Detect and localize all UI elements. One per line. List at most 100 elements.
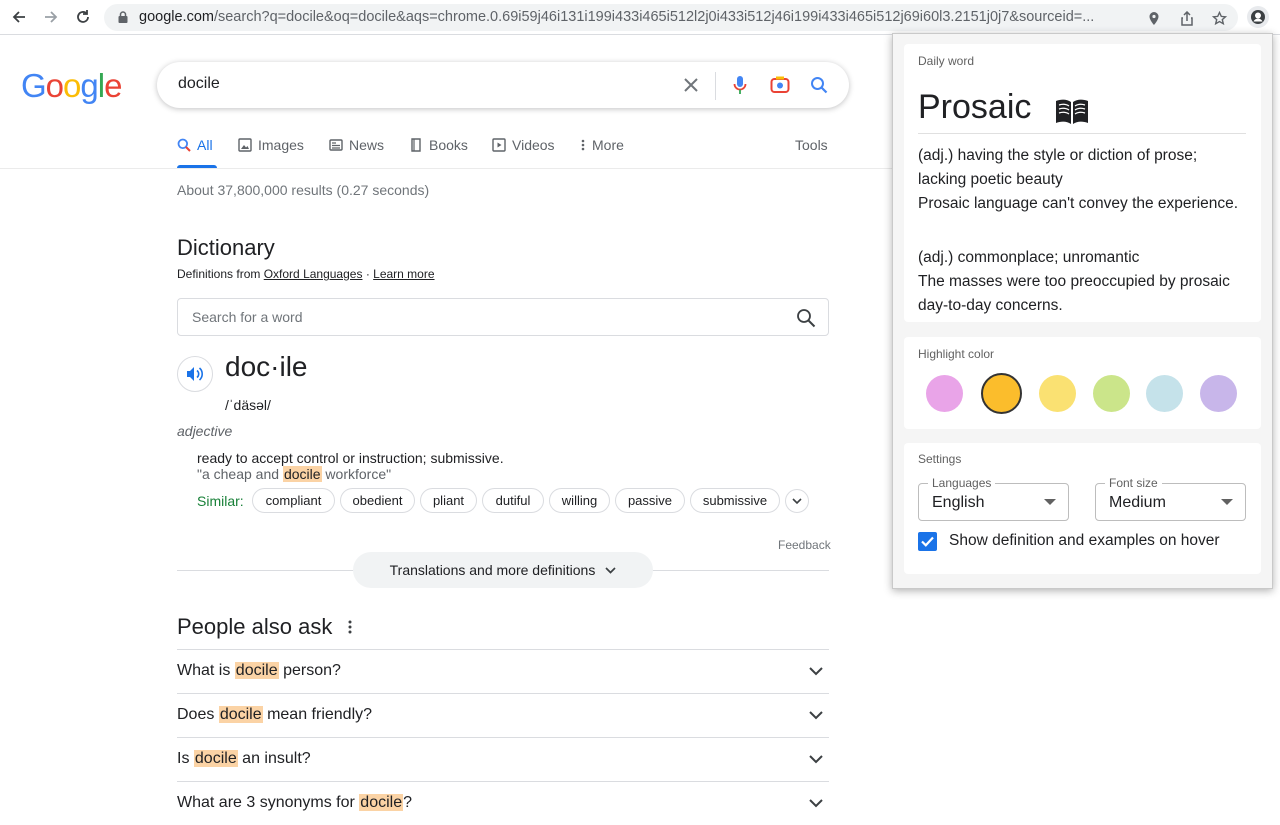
- highlight-color-card: Highlight color: [904, 337, 1261, 429]
- tab-label: Books: [429, 137, 468, 153]
- logo-letter: o: [45, 67, 64, 104]
- languages-select[interactable]: Languages English: [918, 476, 1069, 521]
- search-input[interactable]: docile: [178, 75, 220, 93]
- phonetic: /ˈdäsəl/: [225, 397, 271, 413]
- part-of-speech: adjective: [177, 423, 233, 439]
- learn-more-link[interactable]: Learn more: [373, 267, 434, 281]
- location-icon[interactable]: [1144, 8, 1164, 28]
- question-item[interactable]: Is docile an insult?: [177, 737, 829, 781]
- highlighted-word: docile: [218, 706, 263, 723]
- question-text: What are 3 synonyms for docile?: [177, 794, 412, 812]
- similar-chip[interactable]: obedient: [340, 488, 415, 513]
- oxford-languages-link[interactable]: Oxford Languages: [264, 267, 363, 281]
- tab-label: More: [592, 137, 624, 153]
- extension-icon[interactable]: [1247, 6, 1269, 28]
- tab-more[interactable]: More: [580, 137, 624, 153]
- microphone-icon[interactable]: [729, 74, 751, 96]
- divider: [918, 133, 1246, 134]
- similar-chip[interactable]: passive: [615, 488, 685, 513]
- search-icon: [177, 138, 191, 152]
- share-icon[interactable]: [1177, 8, 1197, 28]
- daily-word-card: Daily word Prosaic (adj.) having the sty…: [904, 44, 1261, 322]
- color-swatch-blue[interactable]: [1146, 375, 1183, 412]
- example-suffix: workforce": [325, 466, 392, 482]
- example-2: The masses were too preoccupied by prosa…: [918, 273, 1230, 314]
- highlighted-word: docile: [234, 662, 279, 679]
- highlighted-word: docile: [193, 750, 238, 767]
- pronunciation-button[interactable]: [177, 356, 213, 392]
- tab-videos[interactable]: Videos: [492, 137, 555, 153]
- back-icon[interactable]: [8, 6, 30, 28]
- more-options-icon[interactable]: [340, 617, 360, 637]
- highlighted-word: docile: [282, 466, 322, 482]
- tools-button[interactable]: Tools: [795, 137, 828, 153]
- definition-1: (adj.) having the style or diction of pr…: [918, 147, 1198, 188]
- color-swatch-green[interactable]: [1093, 375, 1130, 412]
- browser-toolbar: google.com/search?q=docile&oq=docile&aqs…: [0, 0, 1280, 35]
- color-swatch-orange[interactable]: [981, 373, 1022, 414]
- highlighted-word: docile: [359, 794, 404, 811]
- similar-chip[interactable]: submissive: [690, 488, 780, 513]
- search-icon[interactable]: [796, 308, 816, 328]
- search-box[interactable]: docile: [157, 62, 849, 108]
- color-swatch-pink[interactable]: [926, 375, 963, 412]
- chevron-down-icon: [809, 755, 823, 764]
- reload-icon[interactable]: [72, 6, 94, 28]
- question-suffix: ?: [403, 794, 413, 811]
- expand-similar-button[interactable]: [785, 489, 809, 513]
- tab-images[interactable]: Images: [238, 137, 304, 153]
- font-size-label: Font size: [1105, 476, 1162, 490]
- color-swatch-purple[interactable]: [1200, 375, 1237, 412]
- definition-2: (adj.) commonplace; unromantic: [918, 249, 1140, 266]
- color-swatch-yellow[interactable]: [1039, 375, 1076, 412]
- definition: ready to accept control or instruction; …: [197, 450, 504, 466]
- tab-books[interactable]: Books: [409, 137, 468, 153]
- url-text[interactable]: google.com/search?q=docile&oq=docile&aqs…: [139, 9, 1139, 25]
- hover-checkbox[interactable]: [918, 532, 937, 551]
- chevron-down-icon: [792, 497, 802, 504]
- search-icon[interactable]: [808, 74, 830, 96]
- logo-letter: g: [80, 67, 98, 104]
- question-item[interactable]: What are 3 synonyms for docile?: [177, 781, 829, 825]
- news-icon: [329, 139, 343, 151]
- hover-checkbox-label[interactable]: Show definition and examples on hover: [949, 532, 1220, 550]
- video-icon: [492, 138, 506, 152]
- checkmark-icon: [921, 536, 934, 547]
- question-text: Does docile mean friendly?: [177, 706, 372, 724]
- result-stats: About 37,800,000 results (0.27 seconds): [177, 182, 430, 198]
- dictionary-search-placeholder: Search for a word: [192, 309, 303, 325]
- google-logo[interactable]: Google: [21, 67, 122, 105]
- source-separator: ·: [365, 267, 370, 281]
- camera-lens-icon[interactable]: [769, 74, 791, 96]
- lock-icon[interactable]: [116, 10, 130, 24]
- font-size-select[interactable]: Font size Medium: [1095, 476, 1246, 521]
- tab-label: All: [197, 137, 213, 153]
- example-prefix: "a cheap and: [197, 466, 280, 482]
- settings-label: Settings: [918, 452, 962, 466]
- similar-chip[interactable]: willing: [549, 488, 610, 513]
- similar-chip[interactable]: pliant: [420, 488, 477, 513]
- question-item[interactable]: Does docile mean friendly?: [177, 693, 829, 737]
- feedback-link[interactable]: Feedback: [778, 538, 831, 552]
- tab-all[interactable]: All: [177, 137, 213, 153]
- tab-news[interactable]: News: [329, 137, 384, 153]
- book-icon: [411, 138, 421, 152]
- dictionary-search-input[interactable]: Search for a word: [177, 298, 829, 336]
- similar-chip[interactable]: compliant: [252, 488, 335, 513]
- translations-button[interactable]: Translations and more definitions: [353, 552, 653, 588]
- address-bar[interactable]: google.com/search?q=docile&oq=docile&aqs…: [104, 4, 1238, 31]
- languages-label: Languages: [928, 476, 996, 490]
- dictionary-word: doc·ile: [225, 351, 308, 382]
- open-book-icon[interactable]: [1054, 96, 1090, 126]
- clear-icon[interactable]: [680, 74, 702, 96]
- question-suffix: mean friendly?: [267, 706, 373, 723]
- bookmark-star-icon[interactable]: [1209, 8, 1229, 28]
- question-prefix: What is: [177, 662, 231, 679]
- languages-value: English: [932, 494, 985, 511]
- similar-chip[interactable]: dutiful: [482, 488, 544, 513]
- question-item[interactable]: What is docile person?: [177, 649, 829, 693]
- url-path: /search?q=docile&oq=docile&aqs=chrome.0.…: [213, 9, 1095, 25]
- speaker-icon: [187, 367, 204, 381]
- question-prefix: Does: [177, 706, 215, 723]
- forward-icon[interactable]: [40, 6, 62, 28]
